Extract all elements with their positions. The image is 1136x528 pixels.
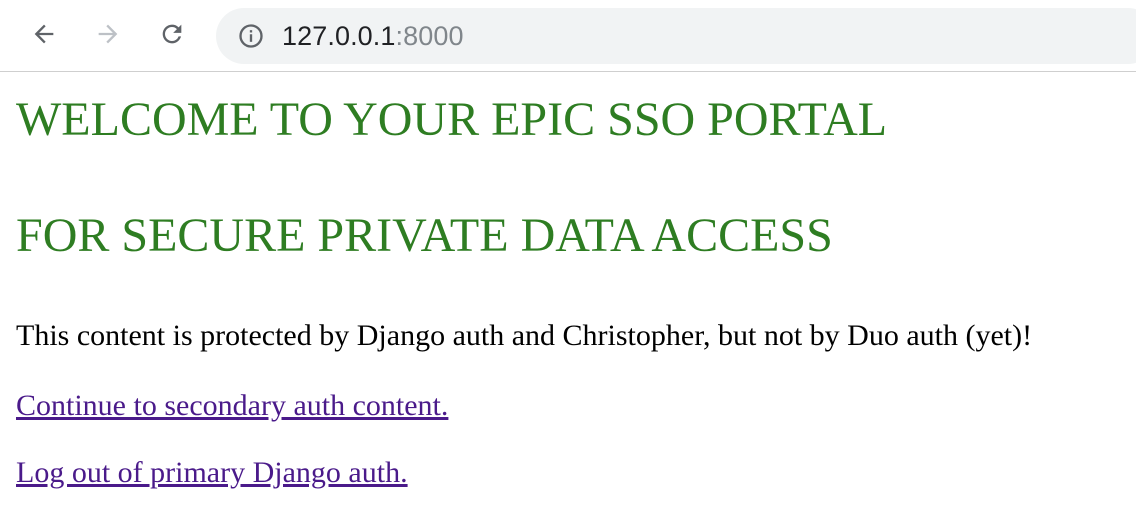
forward-button[interactable] bbox=[88, 16, 128, 56]
protection-message: This content is protected by Django auth… bbox=[16, 319, 1033, 352]
forward-arrow-icon bbox=[94, 20, 122, 53]
secondary-auth-link[interactable]: Continue to secondary auth content. bbox=[16, 388, 448, 424]
url-text[interactable]: 127.0.0.1:8000 bbox=[282, 21, 464, 52]
page-heading-welcome: WELCOME TO YOUR EPIC SSO PORTAL bbox=[16, 93, 888, 146]
reload-icon bbox=[158, 20, 186, 53]
back-arrow-icon bbox=[30, 20, 58, 53]
back-button[interactable] bbox=[24, 16, 64, 56]
page-heading-secure: FOR SECURE PRIVATE DATA ACCESS bbox=[16, 209, 833, 262]
url-port: :8000 bbox=[395, 20, 464, 51]
browser-toolbar: 127.0.0.1:8000 bbox=[0, 0, 1136, 72]
url-host: 127.0.0.1 bbox=[282, 20, 396, 51]
logout-link[interactable]: Log out of primary Django auth. bbox=[16, 455, 408, 491]
info-icon[interactable] bbox=[236, 21, 266, 51]
reload-button[interactable] bbox=[152, 16, 192, 56]
address-bar[interactable]: 127.0.0.1:8000 bbox=[216, 8, 1136, 64]
